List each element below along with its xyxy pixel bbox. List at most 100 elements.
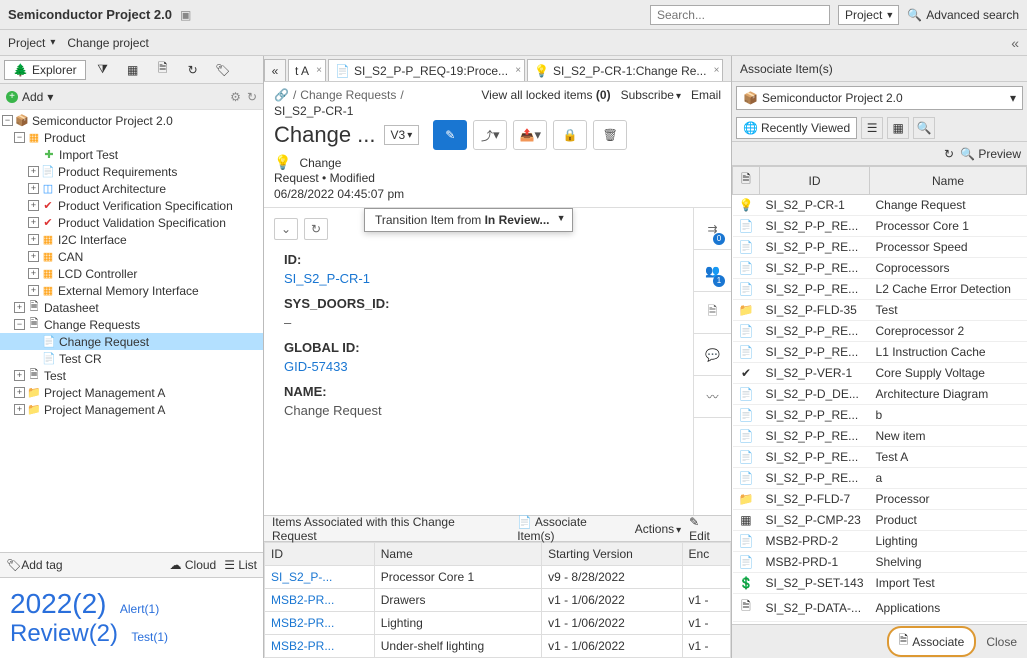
rail-workflow-button[interactable]: ⇉0 [694,208,731,250]
list-item[interactable]: 📄SI_S2_P-P_RE...Processor Speed [733,237,1027,258]
tree-lcd[interactable]: +▦LCD Controller [0,265,263,282]
col-icon[interactable]: 🗎 [733,167,760,195]
version-dropdown[interactable]: V3 [384,125,420,145]
window-icon[interactable]: ▣ [180,8,191,22]
filter-button[interactable]: ⧩ [90,59,116,81]
rail-doc-button[interactable]: 🗎 [694,292,731,334]
field-global-value[interactable]: GID-57433 [284,359,681,374]
add-button[interactable]: + Add ▾ [6,90,53,104]
close-button[interactable]: Close [986,635,1017,649]
field-id-value[interactable]: SI_S2_P-CR-1 [284,271,681,286]
share-button[interactable]: ⤴▾ [473,120,507,150]
recently-viewed-tab[interactable]: 🌐Recently Viewed [736,117,857,139]
rail-activity-button[interactable]: 〰 [694,376,731,418]
list-item[interactable]: 📄MSB2-PRD-2Lighting [733,531,1027,552]
tree-change-request[interactable]: 📄Change Request [0,333,263,350]
col-sv[interactable]: Starting Version [542,543,682,566]
tree-product[interactable]: −▦Product [0,129,263,146]
rail-people-button[interactable]: 👥1 [694,250,731,292]
email-link[interactable]: Email [691,88,721,102]
actions-dropdown[interactable]: Actions [635,522,681,536]
gear-icon[interactable]: ⚙ [230,90,241,104]
grid-button[interactable]: ▦ [120,59,146,81]
tree-emi[interactable]: +▦External Memory Interface [0,282,263,299]
search-view-icon[interactable]: 🔍 [913,117,935,139]
close-icon[interactable]: × [515,65,521,76]
list-item[interactable]: 📄SI_S2_P-P_RE...Coreprocessor 2 [733,321,1027,342]
view-locked-link[interactable]: View all locked items (0) [481,88,610,102]
col-id[interactable]: ID [265,543,375,566]
associate-button[interactable]: 🗎 Associate [887,626,977,657]
tab-3[interactable]: 💡SI_S2_P-CR-1:Change Re...× [527,59,723,81]
list-item[interactable]: 📁SI_S2_P-FLD-35Test [733,300,1027,321]
list-item[interactable]: 💲SI_S2_P-SET-143Import Test [733,573,1027,594]
transition-dropdown[interactable]: Transition Item from In Review... [364,208,573,232]
edit-button[interactable]: ✎ [433,120,467,150]
list-item[interactable]: 📄SI_S2_P-P_RE...New item [733,426,1027,447]
project-selector[interactable]: 📦 Semiconductor Project 2.0 ▾ [736,86,1023,110]
close-icon[interactable]: × [714,65,720,76]
refresh-content-button[interactable]: ↻ [304,218,328,240]
list-item[interactable]: 💡SI_S2_P-CR-1Change Request [733,195,1027,216]
list-item[interactable]: 📄SI_S2_P-D_DE...Architecture Diagram [733,384,1027,405]
collapse-all-button[interactable]: ⌄ [274,218,298,240]
menu-project[interactable]: Project [8,36,55,50]
col-name[interactable]: Name [374,543,541,566]
list-item[interactable]: 📄MSB2-PRD-1Shelving [733,552,1027,573]
col-id-r[interactable]: ID [759,167,869,195]
advanced-search-link[interactable]: 🔍 Advanced search [907,8,1019,22]
refresh-icon-2[interactable]: ↻ [247,90,257,104]
tree-prod-req[interactable]: +📄Product Requirements [0,163,263,180]
menu-change-project[interactable]: Change project [67,36,148,50]
preview-button[interactable]: 🔍 Preview [960,147,1021,161]
close-icon[interactable]: × [316,65,322,76]
refresh-right-button[interactable]: ↻ [944,147,954,161]
list-item[interactable]: 📄SI_S2_P-P_RE...L2 Cache Error Detection [733,279,1027,300]
list-item[interactable]: 📄SI_S2_P-P_RE...b [733,405,1027,426]
rail-comment-button[interactable]: 💬 [694,334,731,376]
project-tree[interactable]: −📦Semiconductor Project 2.0 −▦Product ✚I… [0,110,263,552]
associate-link[interactable]: 📄 Associate Item(s) [517,515,627,543]
tree-change-requests[interactable]: −🗎Change Requests [0,316,263,333]
list-item[interactable]: 📄SI_S2_P-P_RE...Coprocessors [733,258,1027,279]
tree-test[interactable]: +🗎Test [0,367,263,384]
tag-alert[interactable]: Alert(1) [120,602,159,616]
tree-pma1[interactable]: +📁Project Management A [0,384,263,401]
lock-button[interactable]: 🔒 [553,120,587,150]
subscribe-link[interactable]: Subscribe [621,88,681,102]
refresh-button[interactable]: ↻ [180,59,206,81]
list-view-button[interactable]: ☰ List [224,558,257,572]
table-row[interactable]: MSB2-PR...Lightingv1 - 1/06/2022v1 - [265,612,731,635]
tree-root[interactable]: −📦Semiconductor Project 2.0 [0,112,263,129]
list-item[interactable]: 📁SI_S2_P-FLD-7Processor [733,489,1027,510]
cloud-view-button[interactable]: ☁ Cloud [170,558,217,572]
export-button[interactable]: 📤▾ [513,120,547,150]
tree-pma2[interactable]: +📁Project Management A [0,401,263,418]
list-item[interactable]: 📄SI_S2_P-P_RE...L1 Instruction Cache [733,342,1027,363]
tree-datasheet[interactable]: +🗎Datasheet [0,299,263,316]
tag-2022[interactable]: 2022(2) [10,588,107,619]
list-item[interactable]: 📄SI_S2_P-P_RE...Test A [733,447,1027,468]
tree-can[interactable]: +▦CAN [0,248,263,265]
list-item[interactable]: 🗎SI_S2_P-DATA-...Applications [733,594,1027,622]
col-name-r[interactable]: Name [870,167,1027,195]
table-row[interactable]: MSB2-PR...Drawersv1 - 1/06/2022v1 - [265,589,731,612]
tree-pvals[interactable]: +✔Product Validation Specification [0,214,263,231]
list-item[interactable]: 📄SI_S2_P-P_RE...a [733,468,1027,489]
delete-button[interactable]: 🗑 [593,120,627,150]
table-row[interactable]: SI_S2_P-...Processor Core 1v9 - 8/28/202… [265,566,731,589]
tree-prod-arch[interactable]: +◫Product Architecture [0,180,263,197]
list-item[interactable]: ▦SI_S2_P-CMP-23Product [733,510,1027,531]
tree-test-cr[interactable]: 📄Test CR [0,350,263,367]
assoc-table[interactable]: ID Name Starting Version Enc SI_S2_P-...… [264,542,731,658]
tree-pvs[interactable]: +✔Product Verification Specification [0,197,263,214]
tab-1[interactable]: t A× [288,59,326,81]
collapse-left-icon[interactable]: « [1011,35,1019,51]
list-view-icon[interactable]: ☰ [861,117,883,139]
doc-button[interactable]: 🗎 [150,59,176,81]
tree-import-test[interactable]: ✚Import Test [0,146,263,163]
edit-link[interactable]: ✎ Edit [689,515,723,543]
tag-button[interactable]: 🏷 [210,59,236,81]
add-tag-link[interactable]: 🏷Add tag [6,558,63,572]
list-item[interactable]: 📄SI_S2_P-P_RE...Processor Core 1 [733,216,1027,237]
